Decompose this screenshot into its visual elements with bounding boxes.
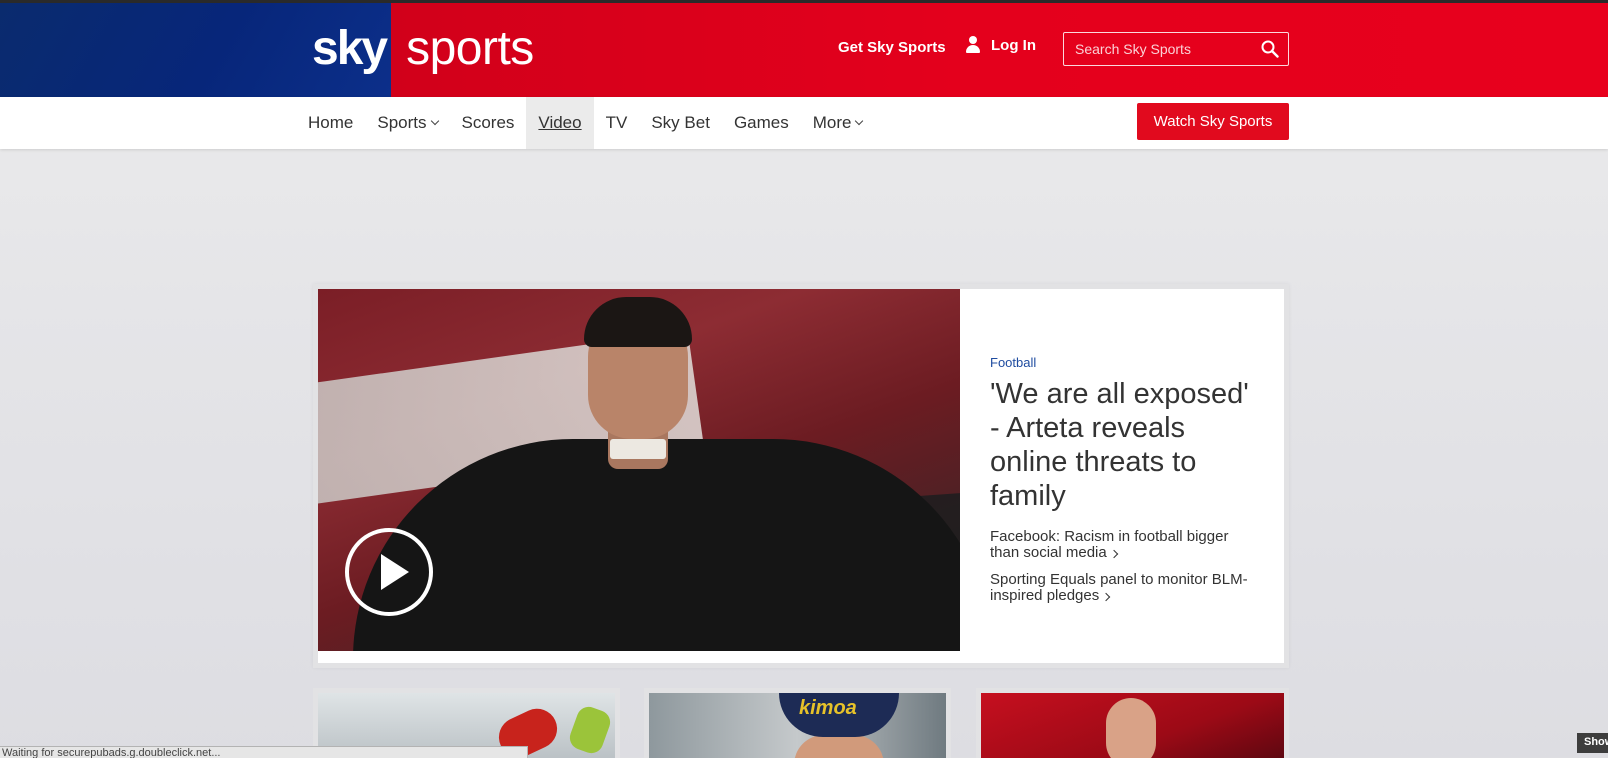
nav-item-label: Home (308, 113, 354, 132)
chevron-right-icon (1109, 549, 1118, 559)
nav-item-label: Games (733, 113, 789, 132)
category-tag[interactable]: Football (990, 355, 1036, 370)
search-input[interactable] (1064, 33, 1254, 65)
nav-item-label: Sports (377, 113, 427, 132)
nav-item-tv[interactable]: TV (594, 97, 640, 149)
nav-item-games[interactable]: Games (722, 97, 801, 149)
logo-sports-text: sports (406, 22, 534, 75)
card-image (981, 693, 1284, 758)
chevron-right-icon (1102, 592, 1111, 602)
nav-item-scores[interactable]: Scores (450, 97, 527, 149)
user-icon (965, 36, 981, 54)
nav-item-label: TV (605, 113, 628, 132)
hero-headline[interactable]: 'We are all exposed' - Arteta reveals on… (990, 377, 1258, 513)
login-label: Log In (991, 36, 1036, 54)
related-links: Facebook: Racism in football bigger than… (990, 529, 1258, 615)
nav-item-label: Video (538, 113, 582, 132)
site-header: sky sports Get Sky Sports Log In (0, 3, 1608, 97)
main-nav: Home Sports Scores Video TV Sky Bet Games More … (0, 97, 1608, 149)
story-card[interactable] (976, 688, 1289, 758)
logo-sky-text: sky (312, 22, 388, 75)
play-icon[interactable] (345, 528, 433, 616)
sky-sports-logo[interactable]: sky sports (312, 21, 534, 77)
hero-text: Football 'We are all exposed' - Arteta r… (990, 289, 1280, 651)
nav-item-label: Sky Bet (651, 113, 710, 132)
get-sky-sports-link[interactable]: Get Sky Sports (838, 39, 946, 56)
search-icon[interactable] (1261, 40, 1279, 58)
hero-story: Football 'We are all exposed' - Arteta r… (313, 284, 1289, 668)
chevron-down-icon (430, 116, 439, 126)
related-link[interactable]: Sporting Equals panel to monitor BLM-ins… (990, 572, 1258, 604)
story-card[interactable]: kimoa (644, 688, 951, 758)
search-box (1063, 32, 1289, 66)
nav-item-sports[interactable]: Sports (365, 97, 449, 149)
chevron-down-icon (855, 116, 864, 126)
related-link-text: Sporting Equals panel to monitor BLM-ins… (990, 571, 1248, 604)
nav-items: Home Sports Scores Video TV Sky Bet Games More (296, 97, 874, 149)
nav-item-video[interactable]: Video (526, 97, 594, 149)
nav-item-label: More (812, 113, 852, 132)
hero-image[interactable] (318, 289, 960, 651)
nav-item-home[interactable]: Home (296, 97, 365, 149)
card-image: kimoa (649, 693, 946, 758)
nav-item-more[interactable]: More (801, 97, 875, 149)
nav-item-label: Scores (461, 113, 515, 132)
watch-sky-sports-button[interactable]: Watch Sky Sports (1137, 103, 1289, 140)
show-tab[interactable]: Show (1577, 733, 1608, 753)
related-link[interactable]: Facebook: Racism in football bigger than… (990, 529, 1258, 561)
related-link-text: Facebook: Racism in football bigger than… (990, 528, 1229, 561)
login-link[interactable]: Log In (965, 36, 1036, 54)
nav-item-sky-bet[interactable]: Sky Bet (639, 97, 722, 149)
cap-logo-text: kimoa (799, 697, 857, 719)
browser-status-bar: Waiting for securepubads.g.doubleclick.n… (0, 746, 528, 758)
